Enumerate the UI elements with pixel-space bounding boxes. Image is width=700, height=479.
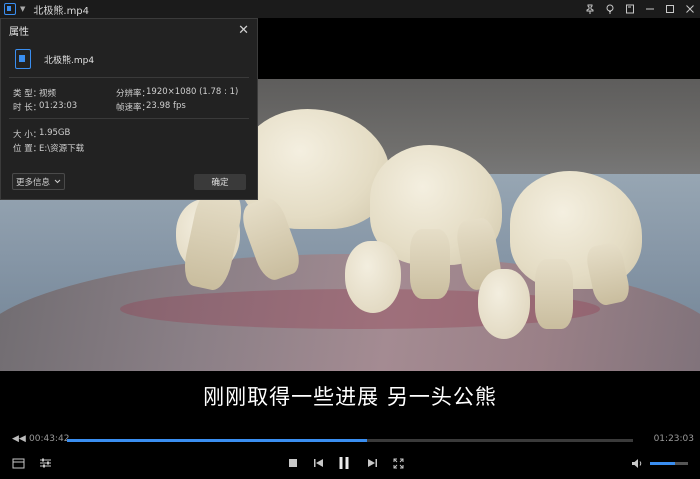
title-bar: ▼ 北极熊.mp4 xyxy=(0,0,700,18)
resolution-value: 1920×1080 (1.78 : 1) xyxy=(146,87,239,97)
volume-slider[interactable] xyxy=(650,462,688,465)
seek-bar[interactable] xyxy=(67,439,633,442)
polar-bear-3-head xyxy=(478,269,530,339)
current-time: 00:43:42 xyxy=(29,434,70,444)
window-controls xyxy=(580,0,700,18)
divider xyxy=(9,118,249,119)
size-label: 大 小： xyxy=(13,130,42,140)
window-title: 北极熊.mp4 xyxy=(33,5,90,17)
location-value: E:\资源下载 xyxy=(39,144,85,154)
maximize-icon[interactable] xyxy=(660,0,680,18)
lightbulb-icon[interactable] xyxy=(600,0,620,18)
resolution-label: 分辨率： xyxy=(116,89,151,99)
video-file-icon xyxy=(15,49,31,69)
close-icon[interactable] xyxy=(680,0,700,18)
next-icon[interactable] xyxy=(365,455,379,471)
location-label: 位 置： xyxy=(13,144,42,154)
pin-icon[interactable] xyxy=(580,0,600,18)
file-row: 北极熊.mp4 xyxy=(15,49,94,69)
polar-bear-3-leg xyxy=(535,259,573,329)
screenshot-icon[interactable] xyxy=(620,0,640,18)
type-value: 视频 xyxy=(39,89,57,99)
rewind-icon[interactable]: ◀◀ xyxy=(12,434,26,444)
duration-value: 01:23:03 xyxy=(39,101,78,111)
minimize-icon[interactable] xyxy=(640,0,660,18)
polar-bear-2-leg xyxy=(410,229,450,299)
divider xyxy=(9,77,249,78)
settings-sliders-icon[interactable] xyxy=(37,455,53,471)
app-logo-icon[interactable] xyxy=(4,3,16,15)
type-label: 类 型： xyxy=(13,89,42,99)
total-time: 01:23:03 xyxy=(653,434,694,444)
stop-icon[interactable] xyxy=(286,455,300,471)
dialog-header: 属性 ✕ xyxy=(1,19,257,41)
chevron-down-icon xyxy=(54,177,61,187)
subtitle-text: 刚刚取得一些进展 另一头公熊 xyxy=(203,385,497,409)
more-info-button[interactable]: 更多信息 xyxy=(12,173,65,190)
properties-dialog: 属性 ✕ 北极熊.mp4 类 型： 视频 分辨率： 1920×1080 (1.7… xyxy=(0,18,258,200)
seek-bar-fill xyxy=(67,439,367,442)
dialog-close-icon[interactable]: ✕ xyxy=(238,23,249,38)
volume-slider-fill xyxy=(650,462,675,465)
file-name: 北极熊.mp4 xyxy=(44,55,95,66)
menu-dropdown-icon[interactable]: ▼ xyxy=(20,5,25,13)
size-value: 1.95GB xyxy=(39,128,71,138)
control-bar xyxy=(0,451,700,475)
framerate-value: 23.98 fps xyxy=(146,101,186,111)
polar-bear-2-head xyxy=(345,241,401,313)
dialog-title: 属性 xyxy=(9,26,29,38)
volume-icon[interactable] xyxy=(630,455,644,471)
fullscreen-icon[interactable] xyxy=(391,455,405,471)
more-info-label: 更多信息 xyxy=(15,177,50,188)
pause-icon[interactable] xyxy=(336,455,352,471)
ok-button[interactable]: 确定 xyxy=(194,174,246,190)
framerate-label: 帧速率： xyxy=(116,103,151,113)
previous-icon[interactable] xyxy=(311,455,325,471)
playlist-icon[interactable] xyxy=(10,455,26,471)
progress-row: ◀◀ 00:43:42 01:23:03 xyxy=(0,433,700,447)
duration-label: 时 长： xyxy=(13,103,42,113)
